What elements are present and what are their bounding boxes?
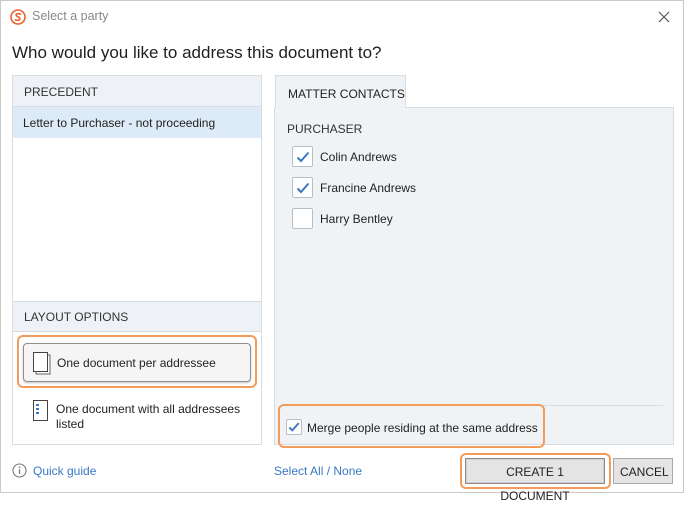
left-panel: PRECEDENT Letter to Purchaser - not proc… xyxy=(12,75,262,445)
contact-name: Harry Bentley xyxy=(320,212,393,226)
close-icon[interactable] xyxy=(653,6,675,28)
window-title: Select a party xyxy=(32,9,109,23)
page-title: Who would you like to address this docum… xyxy=(12,43,382,62)
merge-checkbox[interactable] xyxy=(286,419,302,435)
cancel-button[interactable]: CANCEL xyxy=(613,458,673,484)
checkmark-icon xyxy=(296,182,310,194)
layout-option-all-addressees[interactable]: One document with all addressees listed xyxy=(23,398,251,438)
list-document-icon xyxy=(33,400,48,421)
layout-option-label: One document per addressee xyxy=(57,356,216,370)
precedent-item[interactable]: Letter to Purchaser - not proceeding xyxy=(13,107,261,138)
select-none-link[interactable]: None xyxy=(333,464,362,478)
select-links: Select All / None xyxy=(274,464,362,478)
select-separator: / xyxy=(323,464,334,478)
select-all-link[interactable]: Select All xyxy=(274,464,323,478)
contact-name: Colin Andrews xyxy=(320,150,397,164)
contact-checkbox[interactable] xyxy=(292,208,313,229)
layout-options-header: LAYOUT OPTIONS xyxy=(13,301,261,332)
quick-guide-label: Quick guide xyxy=(33,464,97,478)
group-label-purchaser: PURCHASER xyxy=(287,122,363,136)
merge-label: Merge people residing at the same addres… xyxy=(307,421,538,435)
create-document-button[interactable]: CREATE 1 DOCUMENT xyxy=(465,458,605,503)
layout-option-label-line2: listed xyxy=(56,417,85,431)
layout-option-per-addressee[interactable]: One document per addressee xyxy=(23,343,251,382)
panel-divider xyxy=(285,405,663,406)
checkmark-icon xyxy=(296,151,310,163)
app-logo-icon xyxy=(10,9,26,25)
layout-option-label-line1: One document with all addressees xyxy=(56,402,241,416)
select-party-dialog: Select a party Who would you like to add… xyxy=(0,0,684,503)
checkmark-icon xyxy=(288,422,300,432)
single-document-icon xyxy=(33,352,51,375)
info-icon xyxy=(12,463,27,478)
contact-checkbox[interactable] xyxy=(292,177,313,198)
contact-checkbox[interactable] xyxy=(292,146,313,167)
tab-matter-contacts[interactable]: MATTER CONTACTS xyxy=(275,75,406,108)
matter-contacts-panel: PURCHASER Colin Andrews Francine Andrews… xyxy=(274,107,674,445)
title-bar: Select a party xyxy=(1,1,683,33)
layout-option-label: One document with all addressees listed xyxy=(56,402,240,432)
contact-name: Francine Andrews xyxy=(320,181,417,195)
precedent-header: PRECEDENT xyxy=(13,76,261,107)
